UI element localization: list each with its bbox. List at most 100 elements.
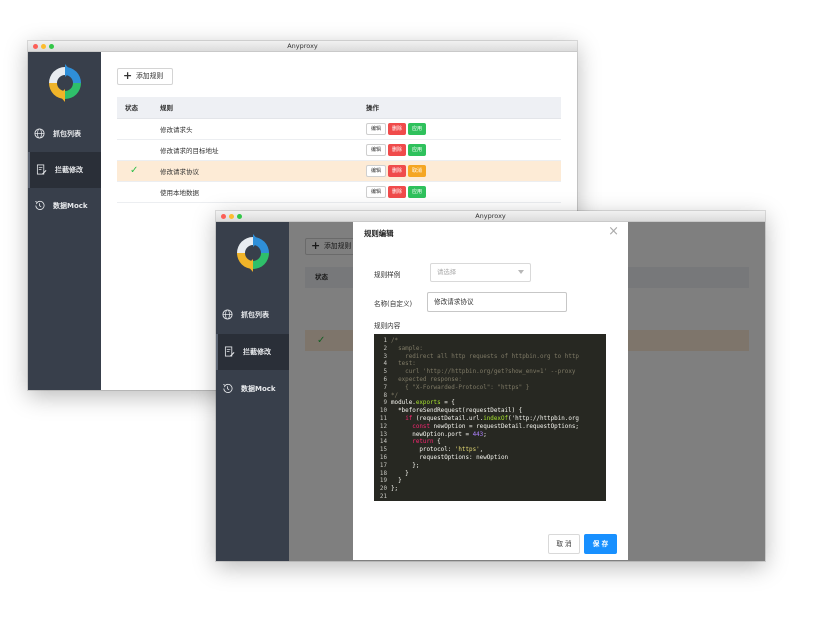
sidebar-item-label: 拦截修改 xyxy=(55,166,83,174)
anyproxy-logo xyxy=(28,52,101,114)
apply-button[interactable]: 应用 xyxy=(408,185,427,198)
status-check-icon: ✓ xyxy=(117,160,152,182)
status-check xyxy=(117,118,152,140)
code-text: { "X-Forwarded-Protocol": "https" } xyxy=(391,384,530,391)
code-line: 10 *beforeSendRequest(requestDetail) { xyxy=(374,407,606,415)
code-text: module.exports = { xyxy=(391,400,455,407)
rule-actions: 编辑 删除 应用 xyxy=(358,139,561,161)
sample-label: 规则样例 xyxy=(374,271,401,279)
line-number: 14 xyxy=(379,439,387,446)
rule-name: 修改请求的目标地址 xyxy=(152,139,358,161)
delete-button[interactable]: 删除 xyxy=(388,122,407,135)
code-text: } xyxy=(391,478,402,485)
code-text: sample: xyxy=(391,345,423,352)
line-number: 21 xyxy=(379,494,387,500)
code-line: 18 } xyxy=(374,470,606,478)
table-row: 使用本地数据 编辑 删除 应用 xyxy=(117,181,561,203)
code-text: test: xyxy=(391,361,416,368)
code-line: 11 if (requestDetail.url.indexOf('http:/… xyxy=(374,415,606,423)
code-text: /* xyxy=(391,338,399,344)
code-line: 14 return { xyxy=(374,438,606,446)
line-number: 5 xyxy=(383,369,387,376)
apply-button[interactable]: 应用 xyxy=(408,122,427,135)
line-number: 16 xyxy=(379,455,387,461)
close-icon[interactable]: × xyxy=(608,225,619,238)
code-line: 16 requestOptions: newOption xyxy=(374,454,606,462)
add-rule-button[interactable]: + 添加规则 xyxy=(117,68,173,85)
line-number: 9 xyxy=(383,400,387,407)
modal-title: 规则编辑 xyxy=(364,229,394,238)
code-line: 7 { "X-Forwarded-Protocol": "https" } xyxy=(374,384,606,392)
edit-button[interactable]: 编辑 xyxy=(366,164,387,177)
code-text: newOption.port = 443; xyxy=(391,431,487,438)
edit-button[interactable]: 编辑 xyxy=(366,122,387,135)
apply-button[interactable]: 应用 xyxy=(408,143,427,156)
status-check xyxy=(117,181,152,203)
edit-button[interactable]: 编辑 xyxy=(366,143,387,156)
content-label: 规则内容 xyxy=(374,322,401,330)
code-text: requestOptions: newOption xyxy=(391,455,509,461)
line-number: 12 xyxy=(379,423,387,430)
code-text: }; xyxy=(391,462,420,469)
code-text: protocol: 'https', xyxy=(391,447,484,454)
sidebar-item-label: 抓包列表 xyxy=(241,311,269,319)
window-title: Anyproxy xyxy=(475,212,506,220)
title-bar: Anyproxy xyxy=(216,211,765,222)
rule-actions: 编辑 删除 应用 xyxy=(358,181,561,203)
table-row: 修改请求头 编辑 删除 应用 xyxy=(117,118,561,140)
sidebar-item-label: 抓包列表 xyxy=(53,130,81,138)
save-button[interactable]: 保 存 xyxy=(584,534,617,554)
code-line: 8 */ xyxy=(374,392,606,400)
code-text: */ xyxy=(391,392,399,399)
line-number: 7 xyxy=(383,384,387,391)
sidebar-item-intercept[interactable]: 拦截修改 xyxy=(216,334,289,370)
sidebar-item-label: 数据Mock xyxy=(53,202,88,210)
column-header-actions: 操作 xyxy=(358,97,561,119)
sidebar-item-label: 拦截修改 xyxy=(243,348,271,356)
rule-edit-modal: 规则编辑 × 规则样例 请选择 名称(自定义) 修改请求协议 规则内容 1/* 2… xyxy=(353,222,628,560)
rule-name: 修改请求协议 xyxy=(152,160,358,182)
line-number: 15 xyxy=(379,447,387,454)
code-line: 19 } xyxy=(374,477,606,485)
status-check xyxy=(117,139,152,161)
delete-button[interactable]: 删除 xyxy=(388,164,407,177)
sidebar-item-data-mock[interactable]: 数据Mock xyxy=(216,371,289,407)
code-line: 4 test: xyxy=(374,360,606,368)
code-text: redirect all http requests of httpbin.or… xyxy=(391,353,579,360)
cancel-apply-button[interactable]: 取消 xyxy=(408,164,427,177)
table-row: 修改请求的目标地址 编辑 删除 应用 xyxy=(117,139,561,161)
code-text: *beforeSendRequest(requestDetail) { xyxy=(391,408,523,415)
document-edit-icon xyxy=(224,346,235,357)
sidebar-item-capture-list[interactable]: 抓包列表 xyxy=(216,297,289,333)
line-number: 18 xyxy=(379,470,387,477)
code-line: 6 expected response: xyxy=(374,376,606,384)
line-number: 6 xyxy=(383,377,387,383)
sample-select[interactable]: 请选择 xyxy=(430,263,531,282)
rule-actions: 编辑 删除 应用 xyxy=(358,118,561,140)
code-line: 20}; xyxy=(374,485,606,493)
anyproxy-logo-icon xyxy=(48,64,81,102)
document-edit-icon xyxy=(36,164,47,175)
name-input[interactable]: 修改请求协议 xyxy=(427,292,567,312)
line-number: 20 xyxy=(379,486,387,493)
sidebar-item-intercept[interactable]: 拦截修改 xyxy=(28,152,101,188)
line-number: 11 xyxy=(379,416,387,422)
code-line: 3 redirect all http requests of httpbin.… xyxy=(374,353,606,361)
title-bar: Anyproxy xyxy=(28,41,577,52)
sidebar: 抓包列表 拦截修改 数据Mock xyxy=(28,52,101,390)
code-line: 21 xyxy=(374,493,606,501)
delete-button[interactable]: 删除 xyxy=(388,143,407,156)
sidebar-item-data-mock[interactable]: 数据Mock xyxy=(28,188,101,224)
anyproxy-logo xyxy=(216,222,289,284)
code-line: 17 }; xyxy=(374,462,606,470)
delete-button[interactable]: 删除 xyxy=(388,185,407,198)
sidebar-item-capture-list[interactable]: 抓包列表 xyxy=(28,116,101,152)
window-title: Anyproxy xyxy=(287,42,318,50)
code-line: 5 curl 'http://httpbin.org/get?show_env=… xyxy=(374,368,606,376)
table-row-selected: ✓ 修改请求协议 编辑 删除 取消 xyxy=(117,160,561,182)
edit-button[interactable]: 编辑 xyxy=(366,185,387,198)
code-editor[interactable]: 1/* 2 sample: 3 redirect all http requests… xyxy=(374,334,606,501)
line-number: 19 xyxy=(379,478,387,485)
cancel-button[interactable]: 取 消 xyxy=(548,534,580,554)
sidebar: 抓包列表 拦截修改 数据Mock xyxy=(216,222,289,561)
